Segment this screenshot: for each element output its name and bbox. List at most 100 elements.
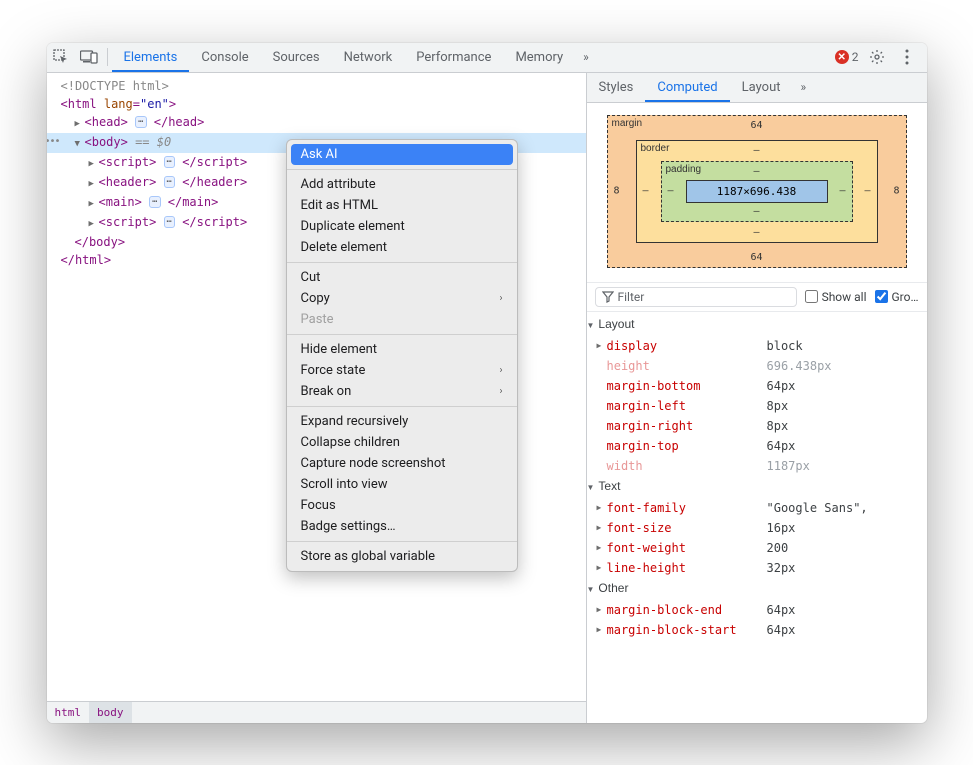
prop-margin-block-end[interactable]: ▶margin-block-end64px [587, 600, 927, 620]
menu-item-delete-element[interactable]: Delete element [287, 237, 517, 258]
padding-top-val: – [753, 166, 759, 177]
prop-height[interactable]: height696.438px [587, 356, 927, 376]
prop-margin-bottom[interactable]: margin-bottom64px [587, 376, 927, 396]
menu-item-focus[interactable]: Focus [287, 495, 517, 516]
menu-item-edit-as-html[interactable]: Edit as HTML [287, 195, 517, 216]
menu-item-cut[interactable]: Cut [287, 267, 517, 288]
filter-placeholder: Filter [618, 290, 645, 304]
menu-item-duplicate-element[interactable]: Duplicate element [287, 216, 517, 237]
menu-item-scroll-into-view[interactable]: Scroll into view [287, 474, 517, 495]
prop-value: block [767, 336, 803, 356]
menu-item-capture-node-screenshot[interactable]: Capture node screenshot [287, 453, 517, 474]
computed-body: margin 64 64 8 8 border – – – – paddin [587, 103, 927, 723]
breadcrumb-body[interactable]: body [89, 702, 132, 723]
more-tabs-icon[interactable]: » [575, 50, 597, 64]
show-all-checkbox[interactable]: Show all [805, 290, 867, 304]
prop-value: 696.438px [767, 356, 832, 376]
tab-network[interactable]: Network [332, 43, 405, 72]
menu-item-force-state[interactable]: Force state› [287, 360, 517, 381]
styles-tabs: StylesComputedLayout» [587, 73, 927, 103]
menu-item-label: Duplicate element [301, 219, 405, 234]
prop-display[interactable]: ▶displayblock [587, 336, 927, 356]
box-model[interactable]: margin 64 64 8 8 border – – – – paddin [607, 115, 907, 268]
expand-icon [597, 356, 607, 376]
group-checkbox[interactable]: Gro… [875, 290, 919, 304]
prop-width[interactable]: width1187px [587, 456, 927, 476]
menu-item-add-attribute[interactable]: Add attribute [287, 174, 517, 195]
menu-item-label: Hide element [301, 342, 378, 357]
styles-tab-computed[interactable]: Computed [645, 73, 729, 102]
expand-icon [597, 416, 607, 436]
tab-memory[interactable]: Memory [503, 43, 575, 72]
breadcrumb-html[interactable]: html [47, 702, 90, 723]
menu-item-expand-recursively[interactable]: Expand recursively [287, 411, 517, 432]
dom-head[interactable]: ▶<head> ⋯ </head> [47, 113, 586, 133]
expand-icon [597, 456, 607, 476]
prop-font-weight[interactable]: ▶font-weight200 [587, 538, 927, 558]
chevron-right-icon: › [499, 293, 502, 304]
menu-item-label: Badge settings… [301, 519, 396, 534]
padding-right-val: – [839, 186, 845, 197]
padding-label: padding [666, 164, 702, 175]
main-toolbar: ElementsConsoleSourcesNetworkPerformance… [47, 43, 927, 73]
settings-icon[interactable] [865, 45, 889, 69]
menu-separator [287, 334, 517, 335]
menu-item-label: Edit as HTML [301, 198, 378, 213]
menu-item-ask-ai[interactable]: Ask AI [291, 144, 513, 165]
device-toggle-icon[interactable] [75, 43, 103, 73]
prop-value: 64px [767, 436, 796, 456]
prop-name: font-weight [607, 538, 767, 558]
menu-item-label: Paste [301, 312, 334, 327]
expand-icon: ▶ [597, 538, 607, 558]
prop-name: margin-block-start [607, 620, 767, 640]
styles-tab-styles[interactable]: Styles [587, 73, 646, 102]
menu-item-copy[interactable]: Copy› [287, 288, 517, 309]
margin-bottom-val: 64 [750, 252, 762, 263]
more-styles-tabs-icon[interactable]: » [793, 80, 815, 94]
prop-margin-top[interactable]: margin-top64px [587, 436, 927, 456]
box-model-border: border – – – – padding – – – – 11 [636, 140, 878, 243]
styles-tab-layout[interactable]: Layout [730, 73, 793, 102]
menu-item-collapse-children[interactable]: Collapse children [287, 432, 517, 453]
menu-item-label: Scroll into view [301, 477, 388, 492]
prop-group-other[interactable]: Other [587, 578, 927, 600]
prop-name: margin-top [607, 436, 767, 456]
inspect-icon[interactable] [47, 43, 75, 73]
menu-item-label: Add attribute [301, 177, 376, 192]
tab-sources[interactable]: Sources [261, 43, 332, 72]
prop-margin-left[interactable]: margin-left8px [587, 396, 927, 416]
prop-name: margin-left [607, 396, 767, 416]
prop-value: "Google Sans", [767, 498, 868, 518]
prop-margin-block-start[interactable]: ▶margin-block-start64px [587, 620, 927, 640]
prop-line-height[interactable]: ▶line-height32px [587, 558, 927, 578]
tab-console[interactable]: Console [189, 43, 260, 72]
prop-font-family[interactable]: ▶font-family"Google Sans", [587, 498, 927, 518]
tab-elements[interactable]: Elements [112, 43, 190, 72]
kebab-menu-icon[interactable] [895, 45, 919, 69]
divider [107, 48, 108, 66]
error-count-badge[interactable]: ✕ 2 [835, 50, 859, 64]
menu-item-hide-element[interactable]: Hide element [287, 339, 517, 360]
dom-html-open[interactable]: <html lang="en"> [47, 95, 586, 113]
box-model-padding: padding – – – – 1187×696.438 [661, 161, 853, 222]
filter-input[interactable]: Filter [595, 287, 797, 307]
chevron-right-icon: › [499, 365, 502, 376]
dom-doctype[interactable]: <!DOCTYPE html> [47, 77, 586, 95]
menu-item-store-as-global-variable[interactable]: Store as global variable [287, 546, 517, 567]
menu-item-break-on[interactable]: Break on› [287, 381, 517, 402]
menu-separator [287, 262, 517, 263]
menu-separator [287, 169, 517, 170]
prop-margin-right[interactable]: margin-right8px [587, 416, 927, 436]
margin-left-val: 8 [614, 186, 620, 197]
prop-value: 16px [767, 518, 796, 538]
prop-name: font-family [607, 498, 767, 518]
prop-name: height [607, 356, 767, 376]
menu-item-badge-settings-[interactable]: Badge settings… [287, 516, 517, 537]
prop-name: margin-block-end [607, 600, 767, 620]
prop-group-layout[interactable]: Layout [587, 314, 927, 336]
prop-group-text[interactable]: Text [587, 476, 927, 498]
prop-font-size[interactable]: ▶font-size16px [587, 518, 927, 538]
tab-performance[interactable]: Performance [404, 43, 503, 72]
prop-name: margin-right [607, 416, 767, 436]
error-icon: ✕ [835, 50, 849, 64]
